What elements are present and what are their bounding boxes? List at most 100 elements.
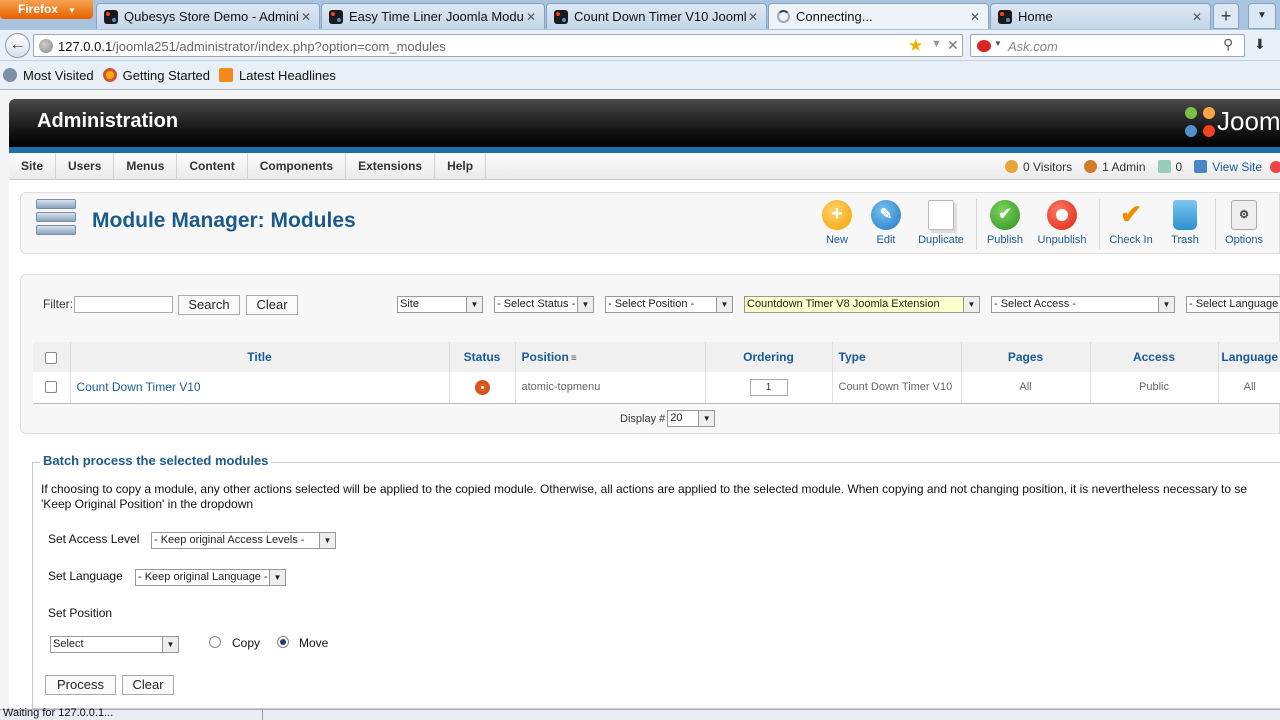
- most-visited-icon: [3, 68, 17, 82]
- col-access[interactable]: Access: [1090, 342, 1219, 372]
- history-dropdown-icon[interactable]: ▼: [931, 38, 942, 50]
- module-type-select[interactable]: Countdown Timer V8 Joomla Extension ▼: [744, 296, 980, 313]
- bookmark-star-icon[interactable]: ★: [908, 36, 923, 56]
- move-radio[interactable]: [277, 636, 289, 648]
- tab-qubesys-admin[interactable]: Qubesys Store Demo - Administ... ✕: [96, 3, 320, 29]
- trash-icon: [1173, 200, 1197, 230]
- language-select[interactable]: - Select Language -: [1186, 296, 1280, 313]
- admin-status: 0 Visitors 1 Admin 0 View Site: [1005, 153, 1280, 180]
- tab-connecting[interactable]: Connecting... ✕: [768, 3, 989, 29]
- tab-home[interactable]: Home ✕: [990, 3, 1211, 29]
- col-status[interactable]: Status: [449, 342, 516, 372]
- move-label: Move: [299, 636, 329, 650]
- close-icon[interactable]: ✕: [746, 10, 760, 24]
- filter-search-input[interactable]: [74, 296, 173, 313]
- col-position[interactable]: Position ≡: [515, 342, 706, 372]
- bookmark-getting-started[interactable]: Getting Started: [102, 68, 210, 83]
- back-button[interactable]: ←: [5, 33, 30, 58]
- menu-help[interactable]: Help: [435, 153, 487, 180]
- close-icon[interactable]: ✕: [524, 10, 538, 24]
- chevron-down-icon: ▼: [319, 533, 335, 548]
- admins-count[interactable]: 1 Admin: [1084, 160, 1146, 174]
- row-checkbox[interactable]: [45, 381, 58, 394]
- check-in-button[interactable]: ✔ Check In: [1100, 199, 1162, 247]
- bookmark-most-visited[interactable]: Most Visited: [3, 68, 94, 83]
- back-arrow-icon: ←: [9, 36, 26, 53]
- duplicate-icon: [928, 200, 954, 230]
- joomla-favicon-icon: [328, 9, 344, 25]
- col-ordering[interactable]: Ordering: [705, 342, 833, 372]
- visitors-icon: [1005, 160, 1018, 173]
- status-text: Waiting for 127.0.0.1...: [3, 707, 114, 719]
- options-button[interactable]: ⚙ Options: [1213, 200, 1275, 246]
- visitors-count[interactable]: 0 Visitors: [1005, 160, 1072, 174]
- menu-users[interactable]: Users: [56, 153, 115, 180]
- col-pages[interactable]: Pages: [961, 342, 1091, 372]
- search-placeholder[interactable]: Ask.com: [1008, 39, 1058, 54]
- status-divider: [262, 710, 263, 720]
- menu-site[interactable]: Site: [9, 153, 57, 180]
- new-tab-button[interactable]: +: [1213, 3, 1239, 29]
- joomla-logo-icon: [1185, 106, 1215, 137]
- status-select[interactable]: - Select Status - ▼: [494, 296, 594, 313]
- display-limit-select[interactable]: 20 ▼: [667, 410, 716, 427]
- batch-fieldset: Batch process the selected modules If ch…: [32, 453, 1280, 709]
- close-icon[interactable]: ✕: [968, 10, 982, 24]
- modules-table: Title Status Position ≡ Ordering Type Pag…: [33, 342, 1280, 404]
- browser-status-bar: Waiting for 127.0.0.1...: [0, 707, 1280, 720]
- col-title[interactable]: Title: [70, 342, 450, 372]
- tab-count-down-timer[interactable]: Count Down Timer V10 Joomla ... ✕: [546, 3, 767, 29]
- stop-icon[interactable]: ✕: [947, 37, 959, 54]
- trash-button[interactable]: Trash: [1154, 200, 1216, 246]
- close-icon[interactable]: ✕: [1190, 10, 1204, 24]
- logout-icon[interactable]: [1270, 160, 1280, 173]
- process-button[interactable]: Process: [45, 675, 116, 695]
- col-language[interactable]: Language: [1218, 342, 1280, 372]
- search-button[interactable]: Search: [178, 295, 240, 315]
- tab-easy-time-liner[interactable]: Easy Time Liner Joomla Module ... ✕: [321, 3, 545, 29]
- messages-count[interactable]: 0: [1157, 160, 1182, 174]
- bookmarks-bar: Most Visited Getting Started Latest Head…: [0, 61, 1280, 90]
- search-bar[interactable]: ▼ Ask.com ⚲: [970, 34, 1245, 57]
- clear-filter-button[interactable]: Clear: [246, 295, 298, 315]
- client-select[interactable]: Site ▼: [397, 296, 483, 313]
- row-access-cell: Public: [1090, 372, 1219, 404]
- publish-button[interactable]: ✔ Publish: [974, 200, 1036, 246]
- duplicate-button[interactable]: Duplicate: [910, 200, 972, 246]
- check-in-icon: ✔: [1120, 199, 1142, 229]
- engine-dropdown-icon[interactable]: ▼: [994, 39, 1002, 48]
- menu-content[interactable]: Content: [177, 153, 248, 180]
- unpublished-status-icon[interactable]: [474, 379, 490, 395]
- position-select[interactable]: - Select Position - ▼: [605, 296, 733, 313]
- access-select[interactable]: - Select Access - ▼: [991, 296, 1175, 313]
- copy-radio[interactable]: [209, 636, 221, 648]
- url-bar[interactable]: 127.0.0.1/joomla251/administrator/index.…: [33, 34, 963, 57]
- firefox-menu-button[interactable]: Firefox ▼: [0, 0, 93, 19]
- admin-menu-bar: Site Users Menus Content Components Exte…: [9, 153, 1280, 180]
- batch-clear-button[interactable]: Clear: [122, 675, 174, 695]
- menu-menus[interactable]: Menus: [114, 153, 178, 180]
- search-icon[interactable]: ⚲: [1223, 36, 1233, 53]
- menu-components[interactable]: Components: [248, 153, 347, 180]
- edit-button[interactable]: ✎ Edit: [855, 200, 917, 246]
- list-all-tabs-button[interactable]: ▼: [1248, 3, 1276, 29]
- batch-language-select[interactable]: - Keep original Language - ▼: [135, 569, 286, 586]
- row-pages-cell: All: [961, 372, 1091, 404]
- view-site-link[interactable]: View Site: [1194, 160, 1262, 174]
- select-all-checkbox[interactable]: [45, 351, 58, 364]
- joomla-logo: Joomla!: [1185, 106, 1280, 137]
- menu-extensions[interactable]: Extensions: [346, 153, 436, 180]
- ordering-input[interactable]: 1: [749, 378, 788, 396]
- col-type[interactable]: Type: [832, 342, 962, 372]
- url-text[interactable]: 127.0.0.1/joomla251/administrator/index.…: [58, 39, 446, 54]
- module-title-link[interactable]: Count Down Timer V10: [77, 380, 201, 394]
- bookmark-latest-headlines[interactable]: Latest Headlines: [219, 68, 336, 83]
- unpublish-button[interactable]: Unpublish: [1031, 200, 1093, 246]
- batch-access-select[interactable]: - Keep original Access Levels - ▼: [151, 532, 336, 549]
- close-icon[interactable]: ✕: [299, 10, 313, 24]
- filter-label: Filter:: [43, 297, 73, 311]
- batch-position-select[interactable]: Select ▼: [50, 636, 179, 653]
- download-icon[interactable]: ⬇: [1254, 36, 1266, 53]
- ask-engine-icon[interactable]: [977, 40, 991, 52]
- toolbar-box: Module Manager: Modules + New ✎ Edit Dupli…: [20, 192, 1280, 254]
